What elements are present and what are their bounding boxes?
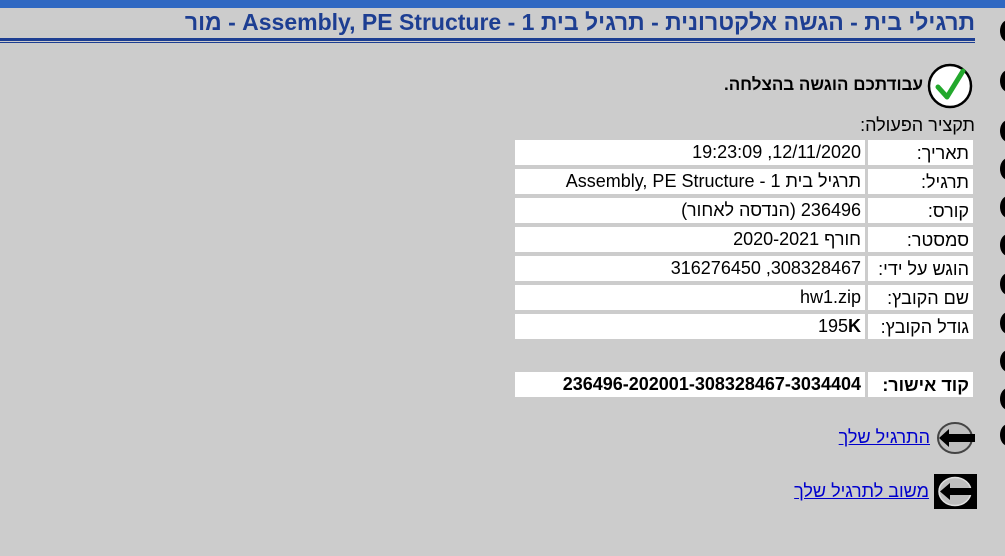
page-title: תרגילי בית - הגשה אלקטרונית - תרגיל בית … xyxy=(184,9,975,35)
detail-value: 308328467, 316276450 xyxy=(515,256,865,281)
your-exercise-link[interactable]: התרגיל שלך xyxy=(839,427,930,448)
approval-code-value: 236496-202001-308328467-3034404 xyxy=(515,372,865,397)
detail-label: תאריך: xyxy=(868,140,973,165)
summary-heading: תקציר הפעולה: xyxy=(860,115,975,135)
detail-label: תרגיל: xyxy=(868,169,973,194)
detail-value: 12/11/2020, 19:23:09 xyxy=(515,140,865,165)
approval-code-row: 236496-202001-308328467-3034404 קוד אישו… xyxy=(515,372,973,397)
detail-value: 195K xyxy=(515,314,865,339)
detail-value: hw1.zip xyxy=(515,285,865,310)
approval-code-label: קוד אישור: xyxy=(868,372,973,397)
detail-label: קורס: xyxy=(868,198,973,223)
detail-value: 236496 (הנדסה לאחור) xyxy=(515,198,865,223)
check-circle-icon xyxy=(927,63,973,109)
success-message: עבודתכם הוגשה בהצלחה. xyxy=(723,75,923,94)
right-edge-decorations xyxy=(1000,20,1005,540)
detail-row-semester: חורף 2020-2021 סמסטר: xyxy=(515,227,973,252)
detail-row-filesize: 195K גודל הקובץ: xyxy=(515,314,973,339)
detail-value: תרגיל בית 1 - Assembly, PE Structure xyxy=(515,169,865,194)
detail-label: גודל הקובץ: xyxy=(868,314,973,339)
arrow-left-box-icon[interactable] xyxy=(934,474,977,509)
feedback-link[interactable]: משוב לתרגיל שלך xyxy=(794,481,929,502)
title-underline-thin xyxy=(0,42,975,43)
detail-label: סמסטר: xyxy=(868,227,973,252)
title-underline xyxy=(0,38,975,41)
detail-label: שם הקובץ: xyxy=(868,285,973,310)
detail-value: חורף 2020-2021 xyxy=(515,227,865,252)
detail-row-course: 236496 (הנדסה לאחור) קורס: xyxy=(515,198,973,223)
arrow-left-icon[interactable] xyxy=(933,421,977,455)
top-accent-bar xyxy=(0,0,1005,8)
detail-row-date: 12/11/2020, 19:23:09 תאריך: xyxy=(515,140,973,165)
detail-row-submitted-by: 308328467, 316276450 הוגש על ידי: xyxy=(515,256,973,281)
detail-row-filename: hw1.zip שם הקובץ: xyxy=(515,285,973,310)
detail-label: הוגש על ידי: xyxy=(868,256,973,281)
detail-row-exercise: תרגיל בית 1 - Assembly, PE Structure תרג… xyxy=(515,169,973,194)
file-size-number: 195 xyxy=(817,316,848,336)
file-size-unit: K xyxy=(848,316,861,336)
